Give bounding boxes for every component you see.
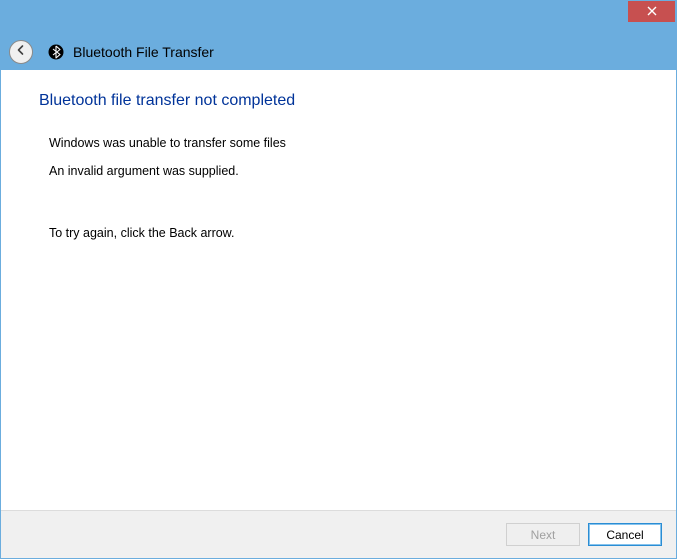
back-button[interactable]: [9, 40, 33, 64]
wizard-window: Bluetooth File Transfer Bluetooth file t…: [0, 0, 677, 559]
bluetooth-icon: [47, 43, 65, 61]
titlebar: [1, 1, 676, 34]
close-icon: [647, 3, 657, 21]
close-button[interactable]: [628, 1, 675, 22]
message-primary: Windows was unable to transfer some file…: [49, 136, 638, 150]
cancel-button[interactable]: Cancel: [588, 523, 662, 546]
button-row: Next Cancel: [1, 510, 676, 558]
message-instruction: To try again, click the Back arrow.: [49, 226, 638, 240]
message-error: An invalid argument was supplied.: [49, 164, 638, 178]
next-button: Next: [506, 523, 580, 546]
back-arrow-icon: [15, 43, 27, 61]
content-area: Bluetooth file transfer not completed Wi…: [1, 70, 676, 510]
header-strip: Bluetooth File Transfer: [1, 34, 676, 70]
window-title: Bluetooth File Transfer: [73, 44, 214, 60]
page-heading: Bluetooth file transfer not completed: [39, 92, 638, 110]
